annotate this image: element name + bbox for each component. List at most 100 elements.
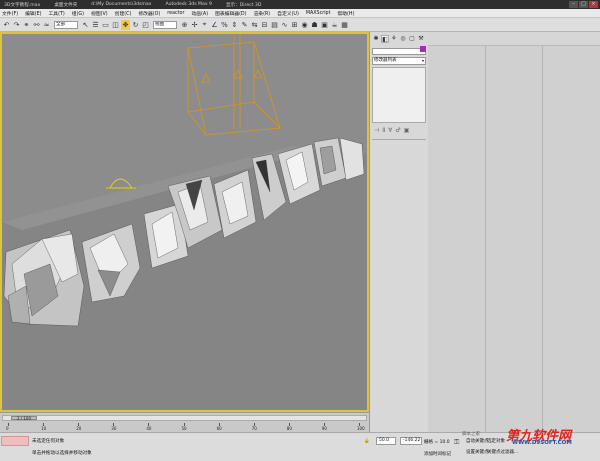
- chevron-down-icon: ▾: [421, 58, 424, 63]
- curve-editor-icon[interactable]: ∿: [280, 20, 289, 30]
- lock-selection-icon[interactable]: 🔒: [364, 439, 370, 444]
- undo-icon[interactable]: ↶: [2, 20, 11, 30]
- make-unique-icon[interactable]: ∀: [388, 127, 392, 134]
- modifier-list-dropdown[interactable]: 修改器列表 ▾: [372, 57, 426, 65]
- percent-snap-icon[interactable]: %: [220, 20, 229, 30]
- key-filters-button[interactable]: 关键点过滤器...: [487, 449, 518, 455]
- hierarchy-tab-icon[interactable]: ⚘: [390, 35, 398, 43]
- show-end-result-icon[interactable]: Ⅱ: [382, 127, 385, 134]
- utilities-tab-icon[interactable]: ⚒: [417, 35, 425, 43]
- track-bar[interactable]: 0 10 20 30 40 50 60 70 80 90 100: [2, 423, 367, 432]
- modify-tab-icon[interactable]: ◧: [381, 35, 389, 43]
- motion-tab-icon[interactable]: ◎: [399, 35, 407, 43]
- x-coordinate-field[interactable]: 50.0: [376, 437, 396, 445]
- watermark-small: 脚本之家: [462, 432, 480, 437]
- site-watermark: 第九软件网 WWW.D9SOFT.COM: [506, 425, 598, 447]
- track-tick-label: 90: [321, 426, 327, 431]
- spinner-snap-icon[interactable]: ⇕: [230, 20, 239, 30]
- maxscript-listener[interactable]: [1, 436, 29, 446]
- quick-render-icon[interactable]: ☕: [330, 20, 339, 30]
- bind-spacewarp-icon[interactable]: ≈: [42, 20, 51, 30]
- named-selection-icon[interactable]: ✎: [240, 20, 249, 30]
- grid-size-label: 栅格 = 10.0: [424, 440, 450, 445]
- stack-buttons: ⊣ Ⅱ ∀ ♂ ▣: [370, 125, 428, 136]
- angle-snap-icon[interactable]: ∠: [210, 20, 219, 30]
- menu-views[interactable]: 视图(V): [91, 10, 108, 17]
- render-type-icon[interactable]: ▦: [340, 20, 349, 30]
- selected-dropdown[interactable]: 选定对象: [487, 438, 505, 444]
- menu-graph-editors[interactable]: 图表编辑器(D): [215, 10, 246, 17]
- panel-header: [428, 32, 600, 46]
- select-move-icon[interactable]: ✥: [121, 19, 130, 30]
- configure-sets-icon[interactable]: ▣: [404, 127, 410, 134]
- create-tab-icon[interactable]: ✱: [372, 35, 380, 43]
- menu-edit[interactable]: 编辑(E): [25, 10, 41, 17]
- key-icon[interactable]: ⚿: [454, 438, 459, 447]
- y-coordinate-field[interactable]: -146.22: [400, 437, 422, 445]
- modifier-stack[interactable]: [372, 67, 426, 123]
- menu-file[interactable]: 文件(F): [2, 10, 18, 17]
- render-frame-icon[interactable]: ▣: [320, 20, 329, 30]
- window-title-bar: 3D文字教程.max 桌面文件夹 d:\My Documents\3dsmax …: [0, 0, 600, 9]
- remove-modifier-icon[interactable]: ♂: [395, 127, 400, 134]
- modifier-list-label: 修改器列表: [374, 58, 397, 63]
- track-tick-label: 70: [251, 426, 257, 431]
- unlink-icon[interactable]: ⚯: [32, 20, 41, 30]
- display-tab-icon[interactable]: ▢: [408, 35, 416, 43]
- track-tick-label: 40: [146, 426, 152, 431]
- window-crossing-icon[interactable]: ◫: [111, 20, 120, 30]
- panel-divider: [542, 46, 543, 444]
- window-controls: – □ ×: [569, 1, 598, 8]
- pivot-center-icon[interactable]: ⊕: [180, 20, 189, 30]
- track-tick-label: 60: [216, 426, 222, 431]
- menu-customize[interactable]: 自定义(U): [277, 10, 299, 17]
- perspective-viewport[interactable]: [0, 32, 369, 412]
- set-key-button[interactable]: 设置关键点: [466, 449, 489, 455]
- time-slider-knob[interactable]: 2 / 100: [11, 416, 37, 421]
- menu-group[interactable]: 组(G): [72, 10, 84, 17]
- select-object-icon[interactable]: ↖: [81, 20, 90, 30]
- time-slider: 2 / 100 0 10 20 30 40 50 60 70 80 90 100: [0, 412, 369, 432]
- menu-reactor[interactable]: reactor: [167, 11, 184, 16]
- panel-divider: [485, 46, 486, 444]
- object-color-swatch[interactable]: [420, 46, 426, 52]
- layer-manager-icon[interactable]: ▤: [270, 20, 279, 30]
- menu-bar: 文件(F) 编辑(E) 工具(T) 组(G) 视图(V) 创建(C) 修改器(O…: [0, 9, 600, 18]
- link-icon[interactable]: ⚭: [22, 20, 31, 30]
- snap-toggle-icon[interactable]: ⌖: [200, 20, 209, 30]
- time-slider-track[interactable]: 2 / 100: [2, 415, 367, 421]
- reference-coord-dropdown[interactable]: 视图: [153, 20, 177, 29]
- material-editor-icon[interactable]: ◉: [300, 20, 309, 30]
- command-panel: ✱ ◧ ⚘ ◎ ▢ ⚒ 修改器列表 ▾ ⊣ Ⅱ ∀ ♂ ▣: [369, 32, 428, 444]
- track-tick-label: 50: [181, 426, 187, 431]
- rect-region-icon[interactable]: ▭: [101, 20, 110, 30]
- menu-rendering[interactable]: 渲染(R): [254, 10, 271, 17]
- manipulate-icon[interactable]: ✢: [190, 20, 199, 30]
- select-rotate-icon[interactable]: ↻: [131, 20, 140, 30]
- render-setup-icon[interactable]: ☗: [310, 20, 319, 30]
- align-icon[interactable]: ⊟: [260, 20, 269, 30]
- select-scale-icon[interactable]: ◰: [141, 20, 150, 30]
- pin-stack-icon[interactable]: ⊣: [374, 127, 379, 134]
- menu-help[interactable]: 帮助(H): [337, 10, 354, 17]
- menu-maxscript[interactable]: MAXScript: [306, 11, 331, 16]
- watermark-url: WWW.D9SOFT.COM: [512, 440, 572, 446]
- maximize-button[interactable]: □: [579, 1, 588, 8]
- redo-icon[interactable]: ↷: [12, 20, 21, 30]
- auto-key-button[interactable]: 自动关键点: [466, 438, 489, 444]
- menu-modifiers[interactable]: 修改器(O): [138, 10, 160, 17]
- docked-panel-area: [428, 32, 600, 444]
- main-toolbar: ↶ ↷ ⚭ ⚯ ≈ 全部 ↖ ☰ ▭ ◫ ✥ ↻ ◰ 视图 ⊕ ✢ ⌖ ∠ % …: [0, 18, 600, 32]
- select-by-name-icon[interactable]: ☰: [91, 20, 100, 30]
- schematic-view-icon[interactable]: ⊞: [290, 20, 299, 30]
- menu-create[interactable]: 创建(C): [115, 10, 132, 17]
- track-tick-label: 20: [76, 426, 82, 431]
- close-button[interactable]: ×: [589, 1, 598, 8]
- menu-animation[interactable]: 动画(A): [191, 10, 208, 17]
- object-name-field[interactable]: [372, 48, 426, 55]
- add-time-tag-button[interactable]: 添加时间标记: [424, 451, 451, 457]
- selection-filter-dropdown[interactable]: 全部: [54, 20, 78, 29]
- minimize-button[interactable]: –: [569, 1, 578, 8]
- menu-tools[interactable]: 工具(T): [48, 10, 64, 17]
- mirror-icon[interactable]: ⇆: [250, 20, 259, 30]
